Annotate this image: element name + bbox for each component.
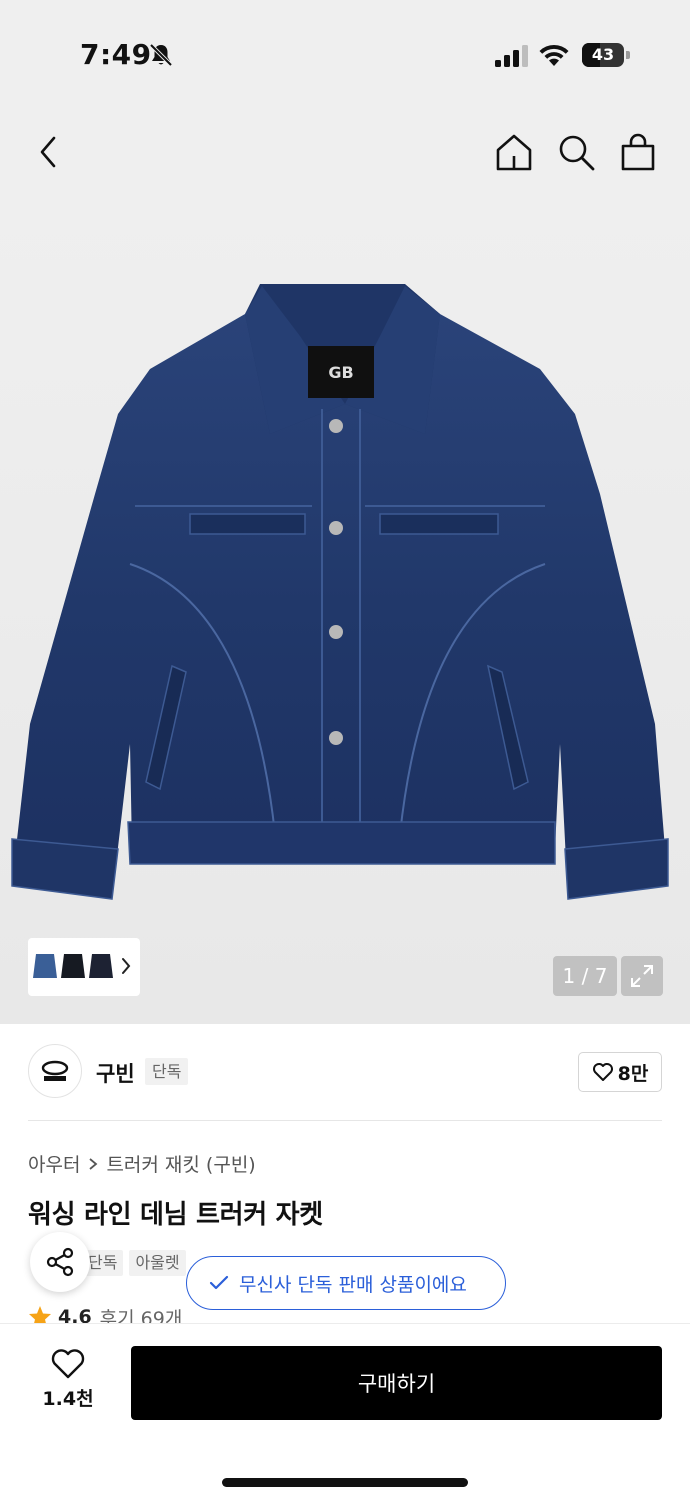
divider — [28, 1120, 662, 1121]
product-title: 워싱 라인 데님 트러커 자켓 — [28, 1200, 323, 1230]
nav-header — [0, 100, 690, 204]
status-bar: 7:49 43 — [0, 0, 690, 100]
cart-button[interactable] — [616, 130, 660, 174]
image-page-counter: 1 / 7 — [553, 956, 617, 996]
tag-outlet: 아울렛 — [129, 1250, 186, 1276]
product-image-gallery[interactable]: GB 1 / 7 — [0, 204, 690, 1024]
battery-level: 43 — [591, 45, 615, 64]
expand-icon — [631, 965, 653, 987]
exclusive-sale-toast[interactable]: 무신사 단독 판매 상품이에요 — [186, 1256, 506, 1310]
brand-like-button[interactable]: 8만 — [578, 1052, 662, 1092]
buy-button[interactable]: 구매하기 — [131, 1346, 662, 1420]
heart-outline-icon — [51, 1349, 85, 1379]
thumbnail-blue-denim[interactable] — [32, 944, 58, 990]
product-tags: 단독 아울렛 — [82, 1250, 186, 1276]
home-button[interactable] — [492, 130, 536, 174]
brand-exclusive-badge: 단독 — [145, 1058, 189, 1085]
heart-outline-icon — [592, 1063, 613, 1081]
bell-slash-icon — [149, 43, 173, 67]
brand-row: 구빈 단독 8만 — [0, 1024, 690, 1120]
bottom-action-bar: 1.4천 구매하기 — [0, 1324, 690, 1500]
chevron-right-icon — [89, 1157, 98, 1170]
wishlist-count: 1.4천 — [42, 1388, 94, 1410]
thumbnail-black[interactable] — [60, 944, 86, 990]
svg-text:GB: GB — [328, 363, 353, 382]
brand-logo-mark — [41, 1060, 69, 1081]
search-icon — [559, 135, 595, 171]
battery-icon: 43 — [582, 43, 630, 67]
check-icon — [209, 1275, 229, 1290]
wishlist-button[interactable]: 1.4천 — [30, 1348, 106, 1418]
breadcrumb-subcategory[interactable]: 트러커 재킷 (구빈) — [106, 1150, 255, 1177]
brand-like-count: 8만 — [617, 1062, 649, 1085]
home-icon — [496, 134, 532, 171]
home-indicator — [222, 1478, 468, 1487]
chevron-right-icon — [122, 958, 131, 974]
wifi-icon — [539, 44, 569, 66]
share-icon — [46, 1247, 74, 1277]
brand-name[interactable]: 구빈 — [96, 1058, 135, 1088]
back-icon — [40, 136, 56, 168]
thumbnail-navy[interactable] — [88, 944, 114, 990]
status-time: 7:49 — [80, 38, 152, 71]
product-image: GB — [11, 284, 669, 900]
breadcrumb-category[interactable]: 아우터 — [28, 1150, 80, 1177]
shopping-bag-icon — [621, 133, 655, 171]
cellular-signal-icon — [495, 45, 528, 67]
expand-button[interactable] — [621, 956, 663, 996]
search-button[interactable] — [554, 130, 598, 174]
share-button[interactable] — [30, 1232, 90, 1292]
color-variant-thumbnails[interactable] — [28, 938, 140, 996]
exclusive-sale-message: 무신사 단독 판매 상품이에요 — [239, 1273, 467, 1296]
back-button[interactable] — [26, 130, 70, 174]
brand-logo[interactable] — [28, 1044, 82, 1098]
breadcrumb: 아우터 트러커 재킷 (구빈) — [28, 1150, 256, 1177]
